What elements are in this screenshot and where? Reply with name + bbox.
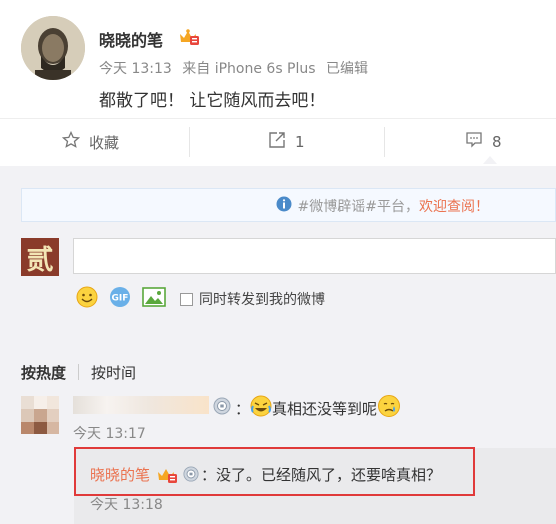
- cry-laugh-emoji: [250, 395, 272, 421]
- post-toolbar: 收藏 1 8: [0, 118, 556, 165]
- favorite-button[interactable]: 收藏: [61, 119, 120, 165]
- smiley-icon[interactable]: [76, 286, 98, 312]
- sad-tear-emoji: [377, 394, 401, 422]
- rumor-notice: #微博辟谣#平台， 欢迎查阅！: [276, 196, 489, 216]
- commenter-avatar[interactable]: [21, 396, 59, 434]
- comment-text: 真相还没等到呢: [272, 399, 378, 418]
- tab-sort-time[interactable]: 按时间: [91, 362, 136, 383]
- author-avatar[interactable]: [21, 16, 85, 80]
- my-avatar[interactable]: 贰: [21, 238, 59, 276]
- svg-text:GIF: GIF: [112, 294, 129, 304]
- member-badge-icon: [213, 397, 231, 419]
- comment-section-caret: [483, 156, 497, 164]
- sort-divider: [78, 364, 80, 380]
- forward-checkbox-label[interactable]: 同时转发到我的微博: [199, 289, 325, 309]
- rumor-topic-link[interactable]: #微博辟谣#平台，: [298, 196, 419, 216]
- comment-count: 8: [492, 133, 502, 151]
- post-source[interactable]: 来自 iPhone 6s Plus: [182, 61, 315, 77]
- vip-crown-icon[interactable]: [178, 28, 200, 50]
- comment-colon: ：: [235, 399, 251, 418]
- forward-icon: [268, 131, 286, 153]
- toolbar-divider: [189, 127, 190, 157]
- comment-input[interactable]: [73, 238, 556, 274]
- forward-checkbox[interactable]: [180, 292, 193, 306]
- post-meta: 今天 13:13 来自 iPhone 6s Plus 已编辑: [99, 58, 374, 78]
- reply-time: 今天 13:18: [90, 497, 163, 513]
- toolbar-divider: [384, 127, 385, 157]
- comment-icon: [465, 131, 483, 153]
- forward-button[interactable]: 1: [268, 119, 305, 165]
- commenter-name-redacted[interactable]: [73, 396, 209, 414]
- author-name[interactable]: 晓晓的笔: [99, 27, 163, 51]
- weibo-post-card: 晓晓的笔 今天 13:13 来自 iPhone 6s Plus 已编辑 都散了吧…: [0, 0, 556, 166]
- gif-icon[interactable]: GIF: [108, 286, 132, 312]
- rumor-notice-bar: #微博辟谣#平台， 欢迎查阅！: [21, 188, 556, 222]
- comment-content: ： 真相还没等到呢: [213, 394, 401, 422]
- post-edited: 已编辑: [326, 61, 369, 77]
- post-time[interactable]: 今天 13:13: [99, 61, 172, 77]
- tab-sort-hot[interactable]: 按热度: [21, 362, 66, 383]
- post-content: 都散了吧！ 让它随风而去吧！: [99, 91, 326, 111]
- comment-time: 今天 13:17: [73, 426, 146, 442]
- composer-tools: GIF 同时转发到我的微博: [76, 286, 325, 312]
- favorite-label: 收藏: [89, 133, 120, 152]
- image-icon[interactable]: [142, 286, 166, 312]
- rumor-view-link[interactable]: 欢迎查阅！: [419, 196, 489, 216]
- comment-sort-tabs: 按热度 按时间: [21, 360, 136, 384]
- star-icon: [61, 130, 81, 153]
- info-icon: [276, 196, 292, 216]
- forward-count: 1: [295, 133, 305, 151]
- highlight-frame: [74, 447, 475, 496]
